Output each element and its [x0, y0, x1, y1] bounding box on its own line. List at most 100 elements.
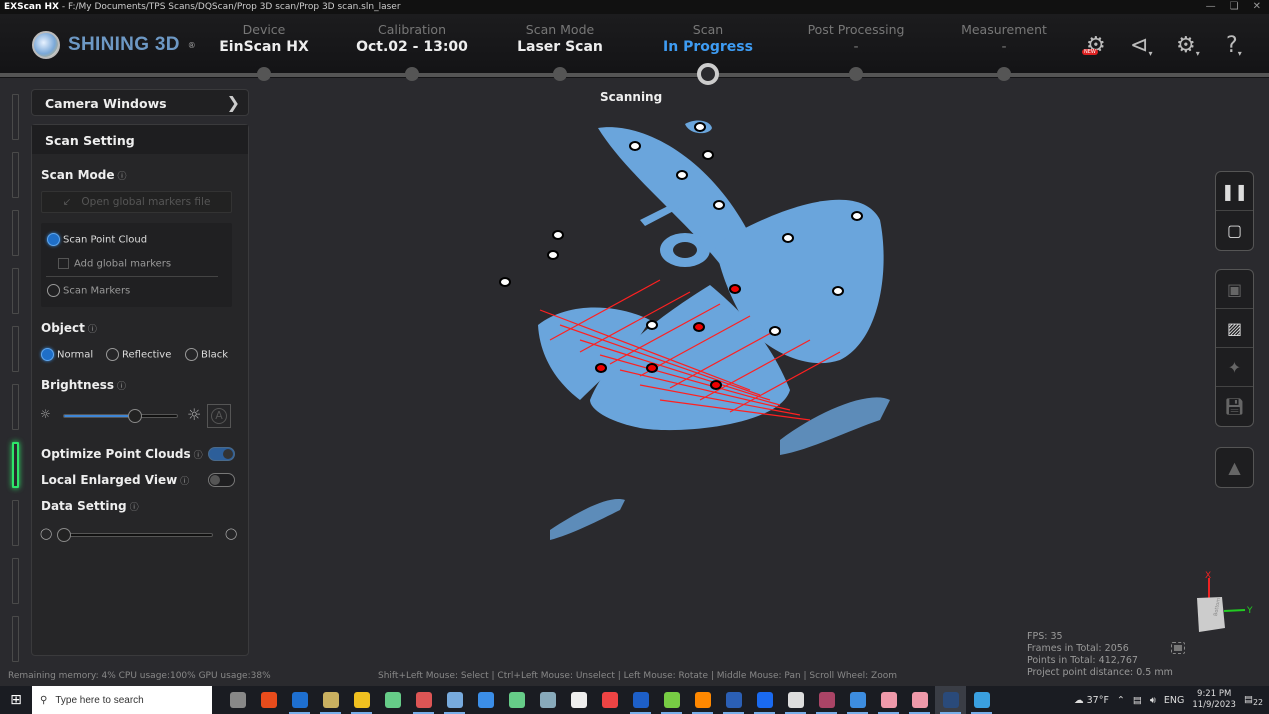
level-segment [12, 384, 19, 430]
taskbar-app-todo[interactable] [470, 686, 501, 714]
share-icon[interactable]: ⊲▾ [1130, 33, 1152, 58]
taskbar-app-word[interactable] [718, 686, 749, 714]
taskbar-app-px-app[interactable] [811, 686, 842, 714]
taskbar-app-search-app[interactable] [780, 686, 811, 714]
notification-center[interactable]: ▤22 [1244, 694, 1263, 707]
step-dot-scan-mode [553, 67, 567, 81]
orientation-gizmo[interactable]: X Y Bottom [1190, 570, 1260, 635]
data-setting-slider-thumb[interactable] [57, 528, 71, 542]
settings-icon[interactable]: ⚙▾ [1176, 33, 1200, 58]
reference-marker [499, 277, 511, 287]
taskbar-apps [222, 686, 997, 714]
mesh-group: ▲ [1215, 447, 1254, 488]
mesh-button[interactable]: ▲ [1216, 448, 1253, 487]
info-icon[interactable]: ⓘ [118, 172, 127, 182]
language-indicator[interactable]: ENG [1164, 695, 1184, 706]
reference-marker [832, 286, 844, 296]
taskbar-app-task-view[interactable] [222, 686, 253, 714]
reference-marker [694, 122, 706, 132]
optimize-point-clouds-label: Optimize Point Clouds ⓘ [41, 447, 203, 461]
taskbar-app-color-app-1[interactable] [873, 686, 904, 714]
taskbar-app-archive-app[interactable] [315, 686, 346, 714]
info-icon[interactable]: ⓘ [180, 477, 189, 487]
network-icon[interactable]: ▤ [1133, 695, 1142, 706]
start-button[interactable]: ⊞ [0, 692, 32, 708]
taskbar-app-network-app[interactable] [377, 686, 408, 714]
rhino-icon [570, 692, 587, 708]
app-name: EXScan HX [4, 2, 59, 12]
help-icon[interactable]: ?▾ [1226, 33, 1242, 58]
radio-scan-point-cloud[interactable]: Scan Point Cloud [47, 233, 147, 246]
brightness-slider-thumb[interactable] [128, 409, 143, 423]
scan-control-group: ❚❚ ▢ [1215, 171, 1254, 251]
reference-marker [552, 230, 564, 240]
taskbar-app-cortana[interactable] [966, 686, 997, 714]
radio-black[interactable]: Black [185, 348, 228, 361]
checkbox-add-global-markers[interactable]: Add global markers [58, 258, 171, 270]
taskbar-app-vpn-app[interactable] [687, 686, 718, 714]
cloud-service-icon[interactable]: ⚙ NEW [1082, 33, 1106, 58]
step-dot-device [257, 67, 271, 81]
taskbar-app-paint-app[interactable] [439, 686, 470, 714]
auto-brightness-button[interactable]: A [207, 404, 231, 428]
tray-overflow-icon[interactable]: ⌃ [1117, 695, 1125, 706]
taskbar-app-file-explorer[interactable] [346, 686, 377, 714]
taskbar-app-notepad-app[interactable] [656, 686, 687, 714]
info-icon[interactable]: ⓘ [130, 503, 139, 513]
brightness-slider[interactable] [63, 409, 178, 423]
level-segment [12, 268, 19, 314]
taskbar-app-color-app-2[interactable] [904, 686, 935, 714]
data-setting-slider[interactable] [57, 528, 213, 542]
step-calibration[interactable]: Calibration Oct.02 - 13:00 [342, 22, 482, 55]
info-icon[interactable]: ⓘ [117, 382, 126, 392]
fit-view-button[interactable] [1171, 642, 1185, 654]
taskbar-app-rhino[interactable] [563, 686, 594, 714]
step-measurement[interactable]: Measurement - [934, 22, 1074, 55]
local-enlarged-view-toggle[interactable] [208, 473, 235, 487]
brightness-heading: Brightness ⓘ [41, 378, 127, 392]
puzzle-button[interactable]: ✦ [1216, 348, 1253, 387]
save-button[interactable]: 💾︎ [1216, 387, 1253, 426]
restore-button[interactable]: ❏ [1230, 0, 1239, 14]
step-device[interactable]: Device EinScan HX [194, 22, 334, 55]
taskbar-app-viewer-app[interactable] [842, 686, 873, 714]
close-button[interactable]: ✕ [1253, 0, 1261, 14]
clock[interactable]: 9:21 PM 11/9/2023 [1192, 689, 1236, 711]
taskbar-search[interactable]: ⚲ Type here to search [32, 686, 212, 714]
minimize-button[interactable]: — [1206, 0, 1216, 14]
taskbar-app-dropbox[interactable] [749, 686, 780, 714]
taskbar-app-chrome[interactable] [594, 686, 625, 714]
info-icon[interactable]: ⓘ [194, 451, 203, 461]
satellite-app-icon [415, 692, 432, 708]
taskbar-app-network-app-2[interactable] [501, 686, 532, 714]
radio-reflective[interactable]: Reflective [106, 348, 171, 361]
propeller-point-cloud [538, 120, 890, 540]
taskbar-app-outlook[interactable] [284, 686, 315, 714]
taskbar-app-fruit-app[interactable] [253, 686, 284, 714]
info-icon[interactable]: ⓘ [88, 325, 97, 335]
weather-widget[interactable]: ☁ 37°F [1074, 695, 1109, 706]
pause-button[interactable]: ❚❚ [1216, 172, 1253, 211]
taskbar-app-teamviewer[interactable] [625, 686, 656, 714]
3d-viewport[interactable] [480, 110, 960, 570]
radio-scan-markers[interactable]: Scan Markers [47, 284, 130, 297]
step-scan[interactable]: Scan In Progress [638, 22, 778, 55]
stop-button[interactable]: ▢ [1216, 211, 1253, 250]
chevron-right-icon: ❯ [226, 93, 240, 112]
shield-quality-icon: ◯ [40, 527, 53, 540]
step-scan-mode[interactable]: Scan Mode Laser Scan [490, 22, 630, 55]
camera-windows-button[interactable]: Camera Windows ❯ [31, 89, 249, 116]
taskbar-app-exscan-hx[interactable] [935, 686, 966, 714]
volume-icon[interactable]: 🔊︎ [1150, 695, 1156, 706]
taskbar-app-calculator[interactable] [532, 686, 563, 714]
sun-low-icon: ☼ [40, 407, 51, 421]
step-post-processing[interactable]: Post Processing - [786, 22, 926, 55]
window-button[interactable]: ▣ [1216, 270, 1253, 309]
open-global-markers-button[interactable]: ↙︎ Open global markers file [41, 191, 232, 213]
taskbar-app-satellite-app[interactable] [408, 686, 439, 714]
stop-icon: ▢ [1226, 221, 1243, 240]
brush-button[interactable]: ▨ [1216, 309, 1253, 348]
radio-normal[interactable]: Normal [41, 348, 93, 361]
optimize-point-clouds-toggle[interactable] [208, 447, 235, 461]
reference-marker [676, 170, 688, 180]
